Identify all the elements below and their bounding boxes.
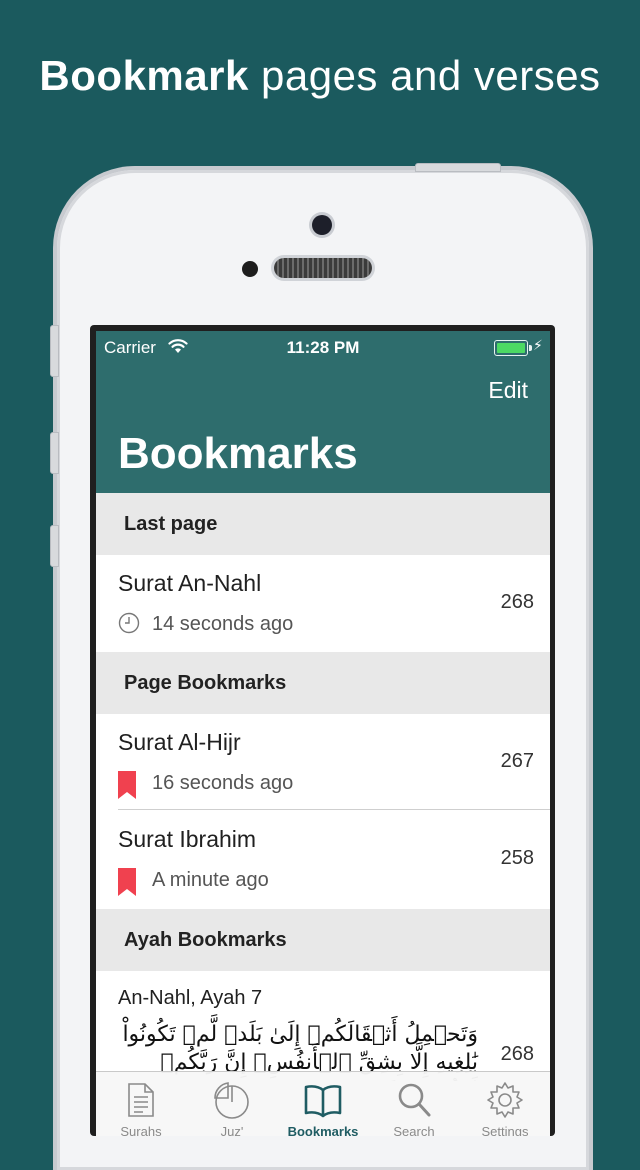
- headline: Bookmark pages and verses: [0, 52, 640, 100]
- earpiece-speaker: [274, 258, 372, 278]
- clock-icon: [118, 612, 140, 634]
- status-bar: Carrier 11:28 PM ⚡: [96, 331, 550, 363]
- row-timestamp: A minute ago: [152, 869, 269, 891]
- tab-label: Search: [393, 1124, 435, 1136]
- proximity-sensor: [242, 261, 258, 277]
- tab-search[interactable]: Search: [369, 1072, 459, 1136]
- tab-label: Juz': [220, 1124, 244, 1136]
- last-page-row[interactable]: Surat An-Nahl 14 seconds ago 268: [96, 555, 550, 651]
- page-title: Bookmarks: [118, 429, 358, 478]
- list-item[interactable]: Surat Al-Hijr 16 seconds ago 267: [96, 714, 550, 810]
- section-header-page-bookmarks: Page Bookmarks: [96, 652, 550, 714]
- section-header-label: Ayah Bookmarks: [124, 929, 287, 951]
- row-page-number: 267: [500, 750, 534, 772]
- tab-juz[interactable]: Juz': [187, 1072, 277, 1136]
- tab-surahs[interactable]: Surahs: [96, 1072, 186, 1136]
- bookmark-icon: [118, 868, 136, 896]
- ayah-reference: An-Nahl, Ayah 7: [118, 987, 263, 1009]
- tab-settings[interactable]: Settings: [460, 1072, 550, 1136]
- gear-icon: [487, 1082, 523, 1118]
- phone-mute-switch: [50, 325, 59, 377]
- section-header-last-page: Last page: [96, 493, 550, 555]
- phone-volume-down: [50, 525, 59, 567]
- phone-volume-up: [50, 432, 59, 474]
- book-icon: [304, 1085, 342, 1118]
- tab-bookmarks[interactable]: Bookmarks: [278, 1072, 368, 1136]
- row-title: Surat An-Nahl: [118, 570, 262, 596]
- ayah-bookmark-row[interactable]: An-Nahl, Ayah 7 وَتَحۡمِلُ أَثۡقَالَكُمۡ…: [96, 971, 550, 1081]
- charging-bolt-icon: ⚡: [533, 337, 543, 353]
- bookmark-icon: [118, 771, 136, 799]
- battery-icon: [494, 340, 532, 356]
- document-icon: [128, 1083, 154, 1117]
- front-camera: [312, 215, 332, 235]
- navigation-bar: Carrier 11:28 PM ⚡ Edit Bookmarks: [96, 331, 550, 493]
- row-page-number: 268: [500, 1043, 534, 1065]
- tab-label: Bookmarks: [287, 1124, 359, 1136]
- row-title: Surat Al-Hijr: [118, 729, 241, 755]
- search-icon: [398, 1083, 431, 1117]
- row-timestamp: 14 seconds ago: [152, 613, 294, 635]
- row-page-number: 268: [500, 591, 534, 613]
- status-time: 11:28 PM: [286, 338, 360, 357]
- row-divider: [118, 809, 550, 810]
- list-item[interactable]: Surat Ibrahim A minute ago 258: [96, 811, 550, 907]
- section-header-ayah-bookmarks: Ayah Bookmarks: [96, 909, 550, 971]
- row-title: Surat Ibrahim: [118, 826, 257, 852]
- tab-bar: Surahs Juz' Bookmarks Search Settings: [96, 1071, 550, 1136]
- phone-power-button: [415, 163, 501, 172]
- row-page-number: 258: [500, 847, 534, 869]
- tab-label: Settings: [481, 1124, 529, 1136]
- headline-bold: Bookmark: [39, 52, 249, 99]
- pie-icon: [214, 1082, 249, 1119]
- edit-button[interactable]: Edit: [488, 377, 528, 404]
- tab-label: Surahs: [120, 1124, 162, 1136]
- row-timestamp: 16 seconds ago: [152, 772, 294, 794]
- headline-rest: pages and verses: [261, 52, 601, 99]
- app-screen: Carrier 11:28 PM ⚡ Edit Bookmarks Last p…: [96, 331, 550, 1136]
- section-header-label: Last page: [124, 513, 218, 535]
- section-header-label: Page Bookmarks: [124, 672, 287, 694]
